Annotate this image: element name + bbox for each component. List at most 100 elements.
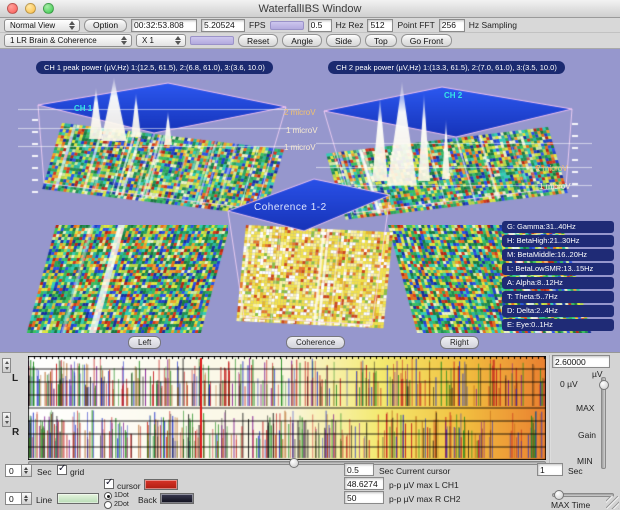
- coherence-plot[interactable]: [222, 167, 395, 333]
- sampling-label: Hz Sampling: [468, 20, 517, 30]
- scale-label-2uv-right: 2 microV: [536, 164, 568, 173]
- current-cursor-input[interactable]: [344, 463, 374, 476]
- fft-points-label: Point FFT: [397, 20, 435, 30]
- grid-checkbox[interactable]: [57, 463, 67, 475]
- legend-item-beta-high: H: BetaHigh:21..30Hz: [502, 235, 614, 247]
- gain-value-input[interactable]: [552, 355, 610, 368]
- view-mode-select[interactable]: Normal View: [4, 18, 80, 32]
- left-spectrogram-panel[interactable]: [26, 225, 228, 333]
- pp-max-l-input[interactable]: [344, 477, 384, 490]
- two-dot-label: 2Dot: [114, 501, 129, 508]
- fps-value-display: 5.20524: [201, 18, 246, 32]
- angle-button[interactable]: Angle: [282, 34, 322, 47]
- dropdown-arrows-icon: [174, 35, 182, 46]
- cursor-color-swatch[interactable]: [144, 479, 178, 490]
- traffic-lights: [7, 3, 54, 14]
- option-button[interactable]: Option: [84, 18, 128, 32]
- ch1-axis-label: CH 1: [74, 104, 93, 113]
- r-scale-stepper[interactable]: [2, 412, 11, 427]
- toolbar-secondary: 1 LR Brain & Coherence X 1 Reset Angle S…: [0, 33, 620, 49]
- max-label: MAX: [576, 403, 595, 413]
- pp-max-r-input[interactable]: [344, 491, 384, 504]
- l-scale-stepper[interactable]: [2, 358, 11, 373]
- cursor-checkbox[interactable]: [104, 477, 114, 489]
- hz-rez-input[interactable]: [307, 18, 332, 32]
- gain-label: Gain: [578, 430, 596, 440]
- window-title: WaterfallIBS Window: [258, 2, 362, 15]
- toolbar-primary: Normal View Option 00:32:53.808 5.20524 …: [0, 18, 620, 33]
- right-channel-label: R: [12, 427, 20, 438]
- line-color-swatch[interactable]: [57, 493, 99, 504]
- legend-item-eye: E: Eye:0..1Hz: [502, 319, 614, 331]
- two-dot-radio[interactable]: [104, 501, 112, 509]
- top-button[interactable]: Top: [364, 34, 397, 47]
- coherence-title: Coherence 1-2: [254, 202, 327, 213]
- left-channel-label: L: [12, 373, 19, 384]
- reset-button[interactable]: Reset: [238, 34, 279, 47]
- level-meter: [190, 36, 234, 45]
- scale-label-1uv-left: 1 microV: [286, 126, 318, 135]
- stepper-arrows-icon[interactable]: [22, 492, 32, 505]
- 3d-visualization-area: CH 1 peak power (µV,Hz) 1:(12.5, 61.5), …: [0, 49, 620, 352]
- legend-item-gamma: G: Gamma:31..40Hz: [502, 221, 614, 233]
- time-scroll-slider[interactable]: [28, 458, 546, 468]
- view-mode-value: Normal View: [10, 20, 56, 30]
- sec-label: Sec: [37, 467, 52, 477]
- ch2-peak-power-label: CH 2 peak power (µV,Hz) 1:(13.3, 61.5), …: [328, 61, 565, 74]
- dropdown-arrows-icon: [68, 20, 76, 31]
- stepper-arrows-icon[interactable]: [22, 464, 32, 477]
- legend-item-delta: D: Delta:2..4Hz: [502, 305, 614, 317]
- ch1-peak-power-label: CH 1 peak power (µV,Hz) 1:(12.5, 61.5), …: [36, 61, 273, 74]
- fps-meter: [269, 20, 304, 30]
- back-label: Back: [138, 495, 157, 505]
- legend-item-beta-middle: M: BetaMiddle:16..20Hz: [502, 249, 614, 261]
- min-label: MIN: [577, 456, 593, 466]
- zoom-window-button[interactable]: [43, 3, 54, 14]
- display-mode-select[interactable]: 1 LR Brain & Coherence: [4, 34, 132, 47]
- legend-item-theta: T: Theta:5..7Hz: [502, 291, 614, 303]
- one-dot-label: 1Dot: [114, 492, 129, 499]
- scale-label-2uv-left: 2 microV: [284, 108, 316, 117]
- window-sec-input[interactable]: [537, 463, 563, 476]
- back-color-swatch[interactable]: [160, 493, 194, 504]
- one-dot-radio[interactable]: [104, 492, 112, 500]
- offset-stepper[interactable]: 0: [5, 464, 32, 477]
- fps-label: FPS: [249, 20, 266, 30]
- close-button[interactable]: [7, 3, 18, 14]
- fft-points-input[interactable]: [367, 18, 394, 32]
- go-front-button[interactable]: Go Front: [400, 34, 453, 47]
- line-stepper[interactable]: 0: [5, 492, 32, 505]
- hz-rez-label: Hz Rez: [335, 20, 364, 30]
- display-mode-value: 1 LR Brain & Coherence: [10, 36, 97, 45]
- legend-item-alpha: A: Alpha:8..12Hz: [502, 277, 614, 289]
- right-floor-label: Right: [440, 336, 479, 349]
- zoom-factor-select[interactable]: X 1: [136, 34, 186, 47]
- pp-max-l-label: p-p µV max L CH1: [389, 480, 459, 490]
- gain-slider-thumb[interactable]: [599, 380, 609, 390]
- line-stepper-value: 0: [5, 492, 22, 505]
- dropdown-arrows-icon: [120, 35, 128, 46]
- legend-item-beta-low: L: BetaLowSMR:13..15Hz: [502, 263, 614, 275]
- cursor-checkbox-label: cursor: [117, 481, 141, 491]
- resize-grip[interactable]: [606, 496, 619, 509]
- line-label: Line: [36, 495, 53, 505]
- window-sec-label: Sec: [568, 466, 583, 476]
- side-button[interactable]: Side: [325, 34, 361, 47]
- pp-max-r-label: p-p µV max R CH2: [389, 494, 461, 504]
- elapsed-time-display: 00:32:53.808: [131, 18, 198, 32]
- minimize-button[interactable]: [25, 3, 36, 14]
- frequency-band-legend: G: Gamma:31..40Hz H: BetaHigh:21..30Hz M…: [502, 221, 614, 331]
- gain-slider[interactable]: [599, 377, 609, 469]
- offset-stepper-value: 0: [5, 464, 22, 477]
- eeg-history-display[interactable]: [28, 356, 546, 460]
- app-window: WaterfallIBS Window Normal View Option 0…: [0, 0, 620, 510]
- coherence-floor-label: Coherence: [286, 336, 346, 349]
- control-panel: L R µV 0 µV MAX Gain MIN 0 Sec grid Sec …: [0, 352, 620, 510]
- max-time-slider[interactable]: [552, 490, 614, 500]
- zero-uv-label: 0 µV: [560, 379, 578, 389]
- grid-checkbox-label: grid: [70, 467, 85, 477]
- max-time-thumb[interactable]: [554, 490, 564, 500]
- max-time-label: MAX Time: [551, 500, 591, 510]
- time-scroll-thumb[interactable]: [289, 458, 299, 468]
- sampling-input[interactable]: [438, 18, 465, 32]
